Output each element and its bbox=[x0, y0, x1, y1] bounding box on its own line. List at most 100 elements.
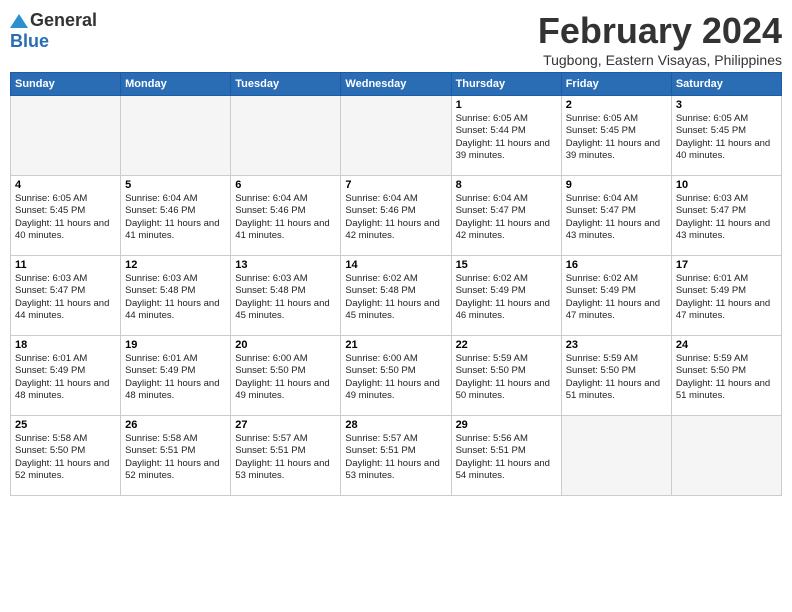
calendar-week-4: 18Sunrise: 6:01 AMSunset: 5:49 PMDayligh… bbox=[11, 336, 782, 416]
day-number: 16 bbox=[566, 259, 667, 271]
calendar-cell: 7 Sunrise: 6:04 AMSunset: 5:46 PMDaylight… bbox=[341, 176, 451, 256]
day-info: Sunrise: 5:59 AMSunset: 5:50 PMDaylight:… bbox=[456, 353, 557, 402]
day-info: Sunrise: 5:58 AMSunset: 5:51 PMDaylight:… bbox=[125, 433, 226, 482]
day-info: Sunrise: 6:04 AMSunset: 5:47 PMDaylight:… bbox=[456, 193, 557, 242]
day-number: 8 bbox=[456, 179, 557, 191]
day-info: Sunrise: 6:00 AMSunset: 5:50 PMDaylight:… bbox=[345, 353, 446, 402]
day-number: 1 bbox=[456, 99, 557, 111]
day-number: 5 bbox=[125, 179, 226, 191]
day-info: Sunrise: 5:59 AMSunset: 5:50 PMDaylight:… bbox=[676, 353, 777, 402]
calendar-cell: 19Sunrise: 6:01 AMSunset: 5:49 PMDayligh… bbox=[121, 336, 231, 416]
day-info: Sunrise: 5:57 AMSunset: 5:51 PMDaylight:… bbox=[345, 433, 446, 482]
day-info: Sunrise: 6:05 AMSunset: 5:45 PMDaylight:… bbox=[676, 113, 777, 162]
day-number: 12 bbox=[125, 259, 226, 271]
location-text: Tugbong, Eastern Visayas, Philippines bbox=[538, 52, 782, 68]
calendar-cell bbox=[231, 96, 341, 176]
calendar-week-2: 4Sunrise: 6:05 AMSunset: 5:45 PMDaylight… bbox=[11, 176, 782, 256]
month-title: February 2024 bbox=[538, 10, 782, 52]
day-number: 15 bbox=[456, 259, 557, 271]
day-number: 7 bbox=[345, 179, 446, 191]
day-number: 2 bbox=[566, 99, 667, 111]
day-info: Sunrise: 6:03 AMSunset: 5:48 PMDaylight:… bbox=[235, 273, 336, 322]
weekday-header-sunday: Sunday bbox=[11, 73, 121, 96]
day-info: Sunrise: 5:56 AMSunset: 5:51 PMDaylight:… bbox=[456, 433, 557, 482]
day-number: 18 bbox=[15, 339, 116, 351]
calendar-cell: 22 Sunrise: 5:59 AMSunset: 5:50 PMDayligh… bbox=[451, 336, 561, 416]
calendar-cell: 2Sunrise: 6:05 AMSunset: 5:45 PMDaylight… bbox=[561, 96, 671, 176]
calendar-cell: 18Sunrise: 6:01 AMSunset: 5:49 PMDayligh… bbox=[11, 336, 121, 416]
calendar-cell bbox=[11, 96, 121, 176]
calendar-cell: 14 Sunrise: 6:02 AMSunset: 5:48 PMDayligh… bbox=[341, 256, 451, 336]
weekday-header-saturday: Saturday bbox=[671, 73, 781, 96]
day-number: 19 bbox=[125, 339, 226, 351]
calendar-cell: 6 Sunrise: 6:04 AMSunset: 5:46 PMDaylight… bbox=[231, 176, 341, 256]
day-info: Sunrise: 6:04 AMSunset: 5:46 PMDaylight:… bbox=[235, 193, 336, 242]
weekday-header-tuesday: Tuesday bbox=[231, 73, 341, 96]
day-info: Sunrise: 6:02 AMSunset: 5:49 PMDaylight:… bbox=[456, 273, 557, 322]
calendar-cell bbox=[561, 416, 671, 496]
calendar-cell: 3 Sunrise: 6:05 AMSunset: 5:45 PMDaylight… bbox=[671, 96, 781, 176]
day-info: Sunrise: 6:02 AMSunset: 5:48 PMDaylight:… bbox=[345, 273, 446, 322]
day-number: 21 bbox=[345, 339, 446, 351]
calendar-cell: 15 Sunrise: 6:02 AMSunset: 5:49 PMDayligh… bbox=[451, 256, 561, 336]
title-section: February 2024 Tugbong, Eastern Visayas, … bbox=[538, 10, 782, 68]
calendar-week-1: 1Sunrise: 6:05 AMSunset: 5:44 PMDaylight… bbox=[11, 96, 782, 176]
day-info: Sunrise: 6:02 AMSunset: 5:49 PMDaylight:… bbox=[566, 273, 667, 322]
calendar-cell: 8 Sunrise: 6:04 AMSunset: 5:47 PMDaylight… bbox=[451, 176, 561, 256]
calendar-cell: 27 Sunrise: 5:57 AMSunset: 5:51 PMDayligh… bbox=[231, 416, 341, 496]
day-number: 3 bbox=[676, 99, 777, 111]
weekday-header-thursday: Thursday bbox=[451, 73, 561, 96]
calendar-week-5: 25 Sunrise: 5:58 AMSunset: 5:50 PMDayligh… bbox=[11, 416, 782, 496]
calendar-cell: 1Sunrise: 6:05 AMSunset: 5:44 PMDaylight… bbox=[451, 96, 561, 176]
calendar-cell: 10 Sunrise: 6:03 AMSunset: 5:47 PMDayligh… bbox=[671, 176, 781, 256]
day-info: Sunrise: 6:03 AMSunset: 5:47 PMDaylight:… bbox=[15, 273, 116, 322]
day-number: 23 bbox=[566, 339, 667, 351]
day-number: 25 bbox=[15, 419, 116, 431]
day-number: 22 bbox=[456, 339, 557, 351]
weekday-header-wednesday: Wednesday bbox=[341, 73, 451, 96]
calendar-cell bbox=[671, 416, 781, 496]
day-info: Sunrise: 5:58 AMSunset: 5:50 PMDaylight:… bbox=[15, 433, 116, 482]
calendar-week-3: 11Sunrise: 6:03 AMSunset: 5:47 PMDayligh… bbox=[11, 256, 782, 336]
calendar-cell: 28 Sunrise: 5:57 AMSunset: 5:51 PMDayligh… bbox=[341, 416, 451, 496]
day-number: 20 bbox=[235, 339, 336, 351]
day-number: 9 bbox=[566, 179, 667, 191]
calendar-cell: 11Sunrise: 6:03 AMSunset: 5:47 PMDayligh… bbox=[11, 256, 121, 336]
calendar-cell: 17Sunrise: 6:01 AMSunset: 5:49 PMDayligh… bbox=[671, 256, 781, 336]
day-info: Sunrise: 6:00 AMSunset: 5:50 PMDaylight:… bbox=[235, 353, 336, 402]
day-number: 27 bbox=[235, 419, 336, 431]
calendar-cell: 26 Sunrise: 5:58 AMSunset: 5:51 PMDayligh… bbox=[121, 416, 231, 496]
day-info: Sunrise: 6:01 AMSunset: 5:49 PMDaylight:… bbox=[676, 273, 777, 322]
calendar-cell: 9 Sunrise: 6:04 AMSunset: 5:47 PMDaylight… bbox=[561, 176, 671, 256]
calendar-cell: 25 Sunrise: 5:58 AMSunset: 5:50 PMDayligh… bbox=[11, 416, 121, 496]
day-number: 26 bbox=[125, 419, 226, 431]
logo-blue-text: Blue bbox=[10, 31, 49, 52]
day-number: 14 bbox=[345, 259, 446, 271]
day-number: 29 bbox=[456, 419, 557, 431]
calendar-cell: 21 Sunrise: 6:00 AMSunset: 5:50 PMDayligh… bbox=[341, 336, 451, 416]
calendar-cell: 4Sunrise: 6:05 AMSunset: 5:45 PMDaylight… bbox=[11, 176, 121, 256]
day-number: 10 bbox=[676, 179, 777, 191]
day-number: 24 bbox=[676, 339, 777, 351]
day-number: 6 bbox=[235, 179, 336, 191]
calendar-cell: 5 Sunrise: 6:04 AMSunset: 5:46 PMDaylight… bbox=[121, 176, 231, 256]
day-info: Sunrise: 6:05 AMSunset: 5:45 PMDaylight:… bbox=[15, 193, 116, 242]
calendar-cell: 24 Sunrise: 5:59 AMSunset: 5:50 PMDayligh… bbox=[671, 336, 781, 416]
day-info: Sunrise: 6:03 AMSunset: 5:47 PMDaylight:… bbox=[676, 193, 777, 242]
day-info: Sunrise: 5:57 AMSunset: 5:51 PMDaylight:… bbox=[235, 433, 336, 482]
calendar-cell: 29 Sunrise: 5:56 AMSunset: 5:51 PMDayligh… bbox=[451, 416, 561, 496]
calendar-cell: 20 Sunrise: 6:00 AMSunset: 5:50 PMDayligh… bbox=[231, 336, 341, 416]
day-info: Sunrise: 5:59 AMSunset: 5:50 PMDaylight:… bbox=[566, 353, 667, 402]
calendar-cell: 12Sunrise: 6:03 AMSunset: 5:48 PMDayligh… bbox=[121, 256, 231, 336]
day-info: Sunrise: 6:04 AMSunset: 5:47 PMDaylight:… bbox=[566, 193, 667, 242]
calendar-cell: 23 Sunrise: 5:59 AMSunset: 5:50 PMDayligh… bbox=[561, 336, 671, 416]
weekday-header-monday: Monday bbox=[121, 73, 231, 96]
calendar-cell: 16 Sunrise: 6:02 AMSunset: 5:49 PMDayligh… bbox=[561, 256, 671, 336]
day-info: Sunrise: 6:04 AMSunset: 5:46 PMDaylight:… bbox=[345, 193, 446, 242]
day-info: Sunrise: 6:04 AMSunset: 5:46 PMDaylight:… bbox=[125, 193, 226, 242]
day-number: 28 bbox=[345, 419, 446, 431]
logo-triangle-icon bbox=[10, 14, 28, 28]
day-number: 13 bbox=[235, 259, 336, 271]
weekday-header-row: SundayMondayTuesdayWednesdayThursdayFrid… bbox=[11, 73, 782, 96]
calendar-cell bbox=[341, 96, 451, 176]
